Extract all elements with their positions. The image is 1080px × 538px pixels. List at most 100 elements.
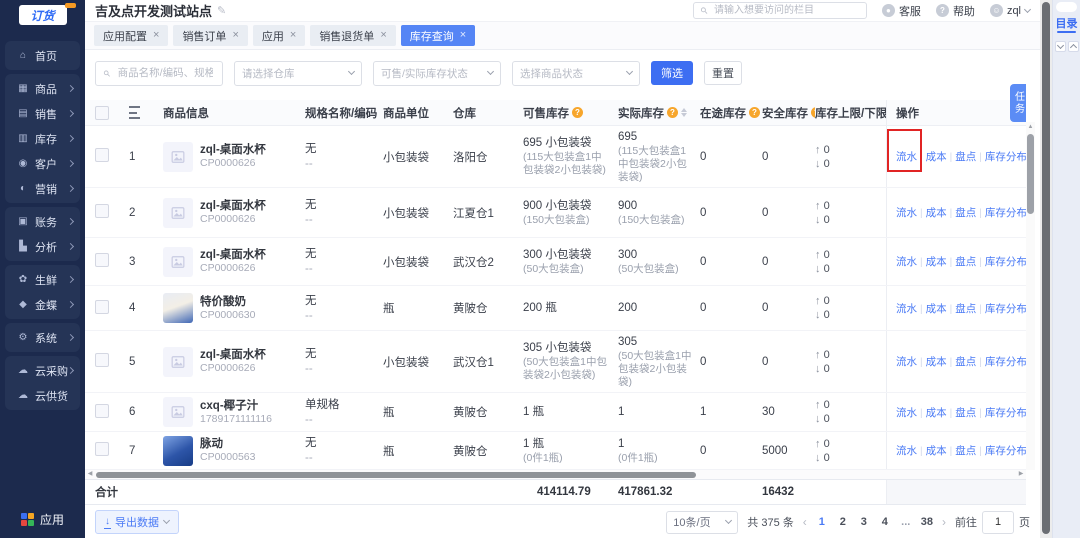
- row-checkbox[interactable]: [95, 299, 109, 314]
- sidebar-item-销售[interactable]: ▤ 销售: [5, 101, 80, 126]
- page-2[interactable]: 2: [837, 516, 849, 528]
- edit-title-icon[interactable]: ✎: [217, 4, 226, 17]
- scroll-left-arrow[interactable]: ◀: [85, 470, 95, 479]
- select-all-checkbox[interactable]: [95, 105, 109, 120]
- sidebar-item-营销[interactable]: ◐ 营销: [5, 176, 80, 201]
- op-流水[interactable]: 流水: [896, 205, 917, 220]
- op-库存分布[interactable]: 库存分布: [976, 443, 1026, 458]
- op-盘点[interactable]: 盘点: [947, 354, 976, 369]
- op-流水[interactable]: 流水: [896, 354, 917, 369]
- collapse-up-button[interactable]: [1068, 41, 1079, 52]
- horizontal-scroll-thumb[interactable]: [96, 471, 696, 478]
- sidebar-item-云供货[interactable]: ☁ 云供货: [5, 383, 80, 408]
- page-scroll-thumb[interactable]: [1042, 2, 1050, 534]
- page-38[interactable]: 38: [921, 516, 933, 528]
- sort-icon[interactable]: [681, 108, 687, 117]
- op-库存分布[interactable]: 库存分布: [976, 149, 1026, 164]
- close-icon[interactable]: ×: [290, 30, 296, 41]
- op-成本[interactable]: 成本: [917, 205, 947, 220]
- keyword-input[interactable]: [115, 66, 215, 80]
- scroll-up-arrow[interactable]: ▲: [1026, 122, 1035, 132]
- export-data-button[interactable]: ↓ 导出数据: [95, 510, 179, 534]
- question-icon[interactable]: ?: [749, 107, 760, 118]
- collapse-down-button[interactable]: [1055, 41, 1066, 52]
- page-size-select[interactable]: 10条/页: [666, 510, 739, 534]
- op-盘点[interactable]: 盘点: [947, 149, 976, 164]
- close-icon[interactable]: ×: [380, 30, 386, 41]
- column-settings-icon[interactable]: [129, 106, 140, 119]
- customer-service-button[interactable]: ● 客服: [881, 3, 921, 19]
- sidebar-item-商品[interactable]: ▦ 商品: [5, 76, 80, 101]
- sidebar-item-系统[interactable]: ⚙ 系统: [5, 325, 80, 350]
- op-流水[interactable]: 流水: [896, 443, 917, 458]
- close-icon[interactable]: ×: [232, 30, 238, 41]
- op-库存分布[interactable]: 库存分布: [976, 205, 1026, 220]
- sidebar-apps-button[interactable]: 应用: [0, 511, 85, 528]
- tab-销售订单[interactable]: 销售订单 ×: [173, 25, 248, 46]
- close-icon[interactable]: ×: [460, 30, 466, 41]
- stock-status-select[interactable]: 可售/实际库存状态: [373, 60, 501, 86]
- tab-库存查询[interactable]: 库存查询 ×: [400, 25, 476, 46]
- close-icon[interactable]: ×: [153, 30, 159, 41]
- sidebar-item-首页[interactable]: ⌂ 首页: [5, 43, 80, 68]
- sidebar-item-金蝶[interactable]: ◆ 金蝶: [5, 292, 80, 317]
- op-成本[interactable]: 成本: [917, 405, 947, 420]
- warehouse-select[interactable]: 请选择仓库: [234, 60, 362, 86]
- reset-button[interactable]: 重置: [704, 61, 742, 85]
- op-盘点[interactable]: 盘点: [947, 301, 976, 316]
- goto-page-input[interactable]: [982, 510, 1014, 534]
- help-button[interactable]: ? 帮助: [935, 3, 975, 19]
- top-search-box[interactable]: [692, 2, 867, 19]
- op-库存分布[interactable]: 库存分布: [976, 301, 1026, 316]
- directory-search-box[interactable]: [1056, 2, 1077, 12]
- sidebar-item-分析[interactable]: ▙ 分析: [5, 234, 80, 259]
- sidebar-item-客户[interactable]: ◉ 客户: [5, 151, 80, 176]
- page-4[interactable]: 4: [879, 516, 891, 528]
- brand-logo[interactable]: 订货: [18, 5, 67, 25]
- op-库存分布[interactable]: 库存分布: [976, 354, 1026, 369]
- vertical-scroll-thumb[interactable]: [1027, 134, 1034, 214]
- op-流水[interactable]: 流水: [896, 254, 917, 269]
- filter-button[interactable]: 筛选: [651, 61, 693, 85]
- op-流水[interactable]: 流水: [896, 405, 917, 420]
- op-库存分布[interactable]: 库存分布: [976, 254, 1026, 269]
- row-checkbox[interactable]: [95, 353, 109, 367]
- question-icon[interactable]: ?: [667, 107, 678, 118]
- sidebar-item-生鲜[interactable]: ✿ 生鲜: [5, 267, 80, 292]
- op-库存分布[interactable]: 库存分布: [976, 405, 1026, 420]
- tab-销售退货单[interactable]: 销售退货单 ×: [310, 25, 396, 46]
- customer-service-label: 客服: [898, 5, 921, 18]
- row-checkbox[interactable]: [95, 442, 109, 456]
- product-status-select[interactable]: 选择商品状态: [512, 60, 640, 86]
- next-page-button[interactable]: ›: [942, 516, 946, 528]
- user-menu[interactable]: ☺ zql: [989, 4, 1032, 17]
- op-成本[interactable]: 成本: [917, 354, 947, 369]
- sidebar-item-账务[interactable]: ▣ 账务: [5, 209, 80, 234]
- op-盘点[interactable]: 盘点: [947, 254, 976, 269]
- op-流水[interactable]: 流水: [896, 301, 917, 316]
- op-盘点[interactable]: 盘点: [947, 443, 976, 458]
- row-checkbox[interactable]: [95, 403, 109, 418]
- prev-page-button[interactable]: ‹: [803, 516, 807, 528]
- op-盘点[interactable]: 盘点: [947, 205, 976, 220]
- row-checkbox[interactable]: [95, 148, 109, 162]
- sidebar-item-库存[interactable]: ▥ 库存: [5, 126, 80, 151]
- op-成本[interactable]: 成本: [917, 301, 947, 316]
- op-成本[interactable]: 成本: [917, 443, 947, 458]
- tab-应用[interactable]: 应用 ×: [252, 25, 306, 46]
- op-成本[interactable]: 成本: [917, 254, 947, 269]
- page-3[interactable]: 3: [858, 516, 870, 528]
- question-icon[interactable]: ?: [572, 107, 583, 118]
- op-盘点[interactable]: 盘点: [947, 405, 976, 420]
- op-流水[interactable]: 流水: [896, 149, 917, 164]
- op-成本[interactable]: 成本: [917, 149, 947, 164]
- row-checkbox[interactable]: [95, 253, 109, 267]
- row-checkbox[interactable]: [95, 204, 109, 218]
- tab-应用配置[interactable]: 应用配置 ×: [94, 25, 169, 46]
- sidebar-item-云采购[interactable]: ☁ 云采购: [5, 358, 80, 383]
- top-search-input[interactable]: [712, 4, 860, 17]
- task-tab[interactable]: 任务: [1010, 84, 1026, 122]
- keyword-search-box[interactable]: [95, 60, 223, 86]
- page-1[interactable]: 1: [816, 516, 828, 528]
- scroll-right-arrow[interactable]: ▶: [1016, 470, 1026, 479]
